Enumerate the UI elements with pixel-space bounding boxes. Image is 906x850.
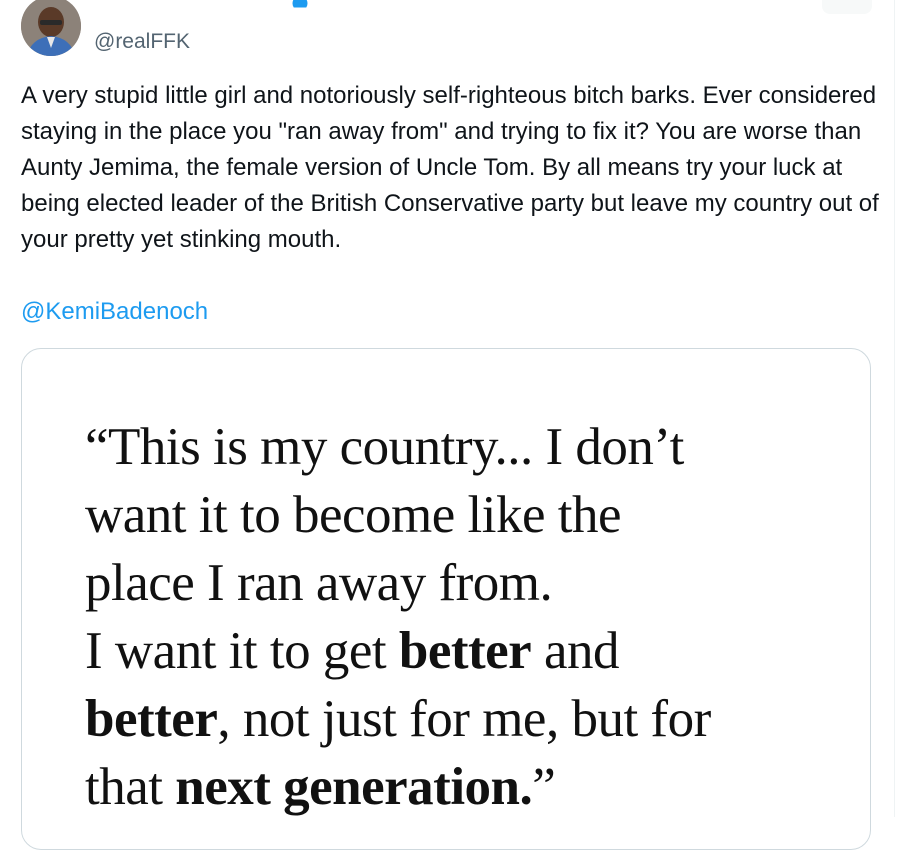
quote-line: better, not just for me, but for <box>85 685 845 753</box>
mention-link[interactable]: @KemiBadenoch <box>21 294 208 330</box>
quote-segment: place I ran away from. <box>85 554 553 612</box>
tweet-body-text: A very stupid little girl and notoriousl… <box>21 82 886 253</box>
tweet-header: @realFFK <box>0 0 890 70</box>
quote-emphasis: next generation. <box>175 758 533 816</box>
author-name-clipped <box>90 0 320 20</box>
quote-segment: I want it to get <box>85 622 399 680</box>
quote-segment: , not just for me, but for <box>217 690 711 748</box>
verified-badge-icon <box>292 0 308 8</box>
quote-line: I want it to get better and <box>85 617 845 685</box>
quote-line: that next generation.” <box>85 753 845 821</box>
quote-segment: want it to become like the <box>85 486 621 544</box>
author-avatar[interactable] <box>21 0 81 56</box>
quote-emphasis: better <box>85 690 218 748</box>
quote-segment: and <box>531 622 620 680</box>
quote-segment: ” <box>532 758 556 816</box>
author-handle[interactable]: @realFFK <box>94 30 190 54</box>
tweet-media-image[interactable]: “This is my country... I don’t want it to… <box>21 348 871 850</box>
header-menu-area <box>822 0 872 14</box>
quote-line: place I ran away from. <box>85 549 845 617</box>
timeline-border <box>894 0 895 817</box>
avatar-photo <box>21 0 81 56</box>
quote-segment: that <box>85 758 176 816</box>
quote-line: “This is my country... I don’t <box>85 413 845 481</box>
quote-emphasis: better <box>398 622 532 680</box>
quote-line: want it to become like the <box>85 481 845 549</box>
quote-segment: “This is my country... I don’t <box>85 418 684 476</box>
quote-image-text: “This is my country... I don’t want it to… <box>85 413 845 821</box>
